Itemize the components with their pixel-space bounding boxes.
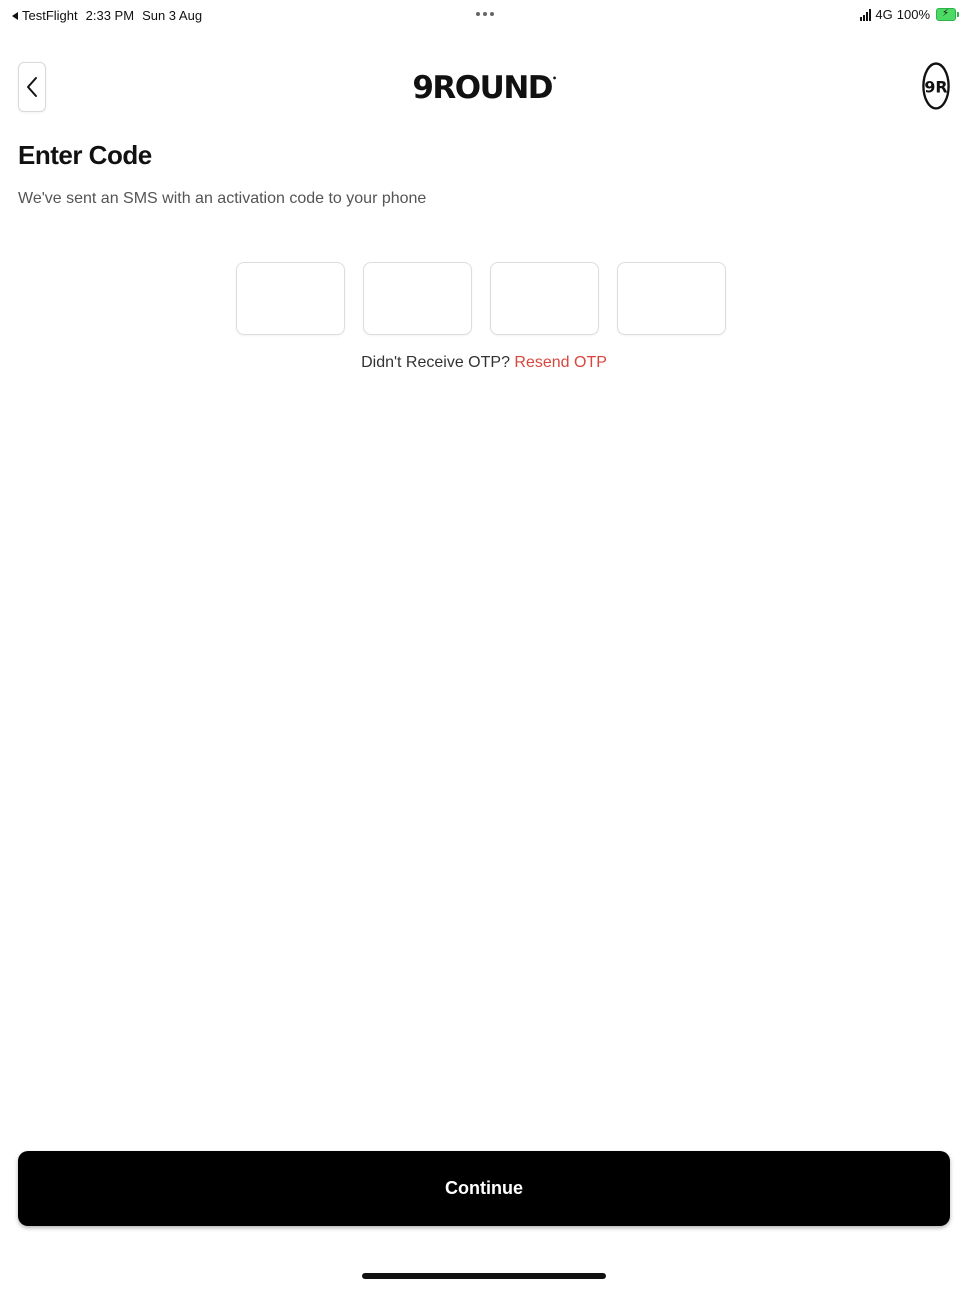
avatar-text: 9R bbox=[924, 78, 947, 97]
status-date: Sun 3 Aug bbox=[142, 8, 203, 23]
otp-digit-1[interactable] bbox=[236, 262, 345, 335]
resend-prompt: Didn't Receive OTP? bbox=[361, 354, 510, 371]
brand-badge-icon: 9R bbox=[922, 62, 950, 110]
home-indicator[interactable] bbox=[362, 1273, 606, 1279]
multitasking-dots-icon[interactable] bbox=[476, 12, 494, 16]
battery-icon: ⚡ bbox=[936, 8, 959, 21]
otp-digit-2[interactable] bbox=[363, 262, 472, 335]
avatar[interactable]: 9R bbox=[922, 62, 950, 110]
status-left: TestFlight 2:33 PM Sun 3 Aug bbox=[12, 8, 202, 23]
back-to-app-icon[interactable] bbox=[12, 11, 18, 20]
status-time: 2:33 PM bbox=[85, 8, 135, 23]
network-type: 4G bbox=[875, 7, 893, 22]
continue-button[interactable]: Continue bbox=[18, 1151, 950, 1226]
status-right: 4G 100% ⚡ bbox=[860, 7, 959, 22]
signal-icon bbox=[860, 8, 872, 21]
otp-screen: TestFlight 2:33 PM Sun 3 Aug 4G 100% ⚡ 9… bbox=[0, 0, 968, 1290]
otp-digit-4[interactable] bbox=[617, 262, 726, 335]
otp-input-group bbox=[236, 262, 726, 335]
page-subtitle: We've sent an SMS with an activation cod… bbox=[18, 190, 427, 207]
page-title: Enter Code bbox=[18, 140, 152, 170]
resend-line: Didn't Receive OTP? Resend OTP bbox=[0, 354, 968, 372]
status-bar: TestFlight 2:33 PM Sun 3 Aug 4G 100% ⚡ bbox=[0, 0, 968, 30]
back-to-app-label[interactable]: TestFlight bbox=[22, 8, 78, 23]
resend-otp-link[interactable]: Resend OTP bbox=[514, 354, 606, 371]
battery-percent: 100% bbox=[896, 7, 930, 22]
brand-logo: 9ROUND• bbox=[412, 70, 557, 106]
otp-digit-3[interactable] bbox=[490, 262, 599, 335]
brand-logo-text: 9ROUND bbox=[412, 70, 553, 106]
